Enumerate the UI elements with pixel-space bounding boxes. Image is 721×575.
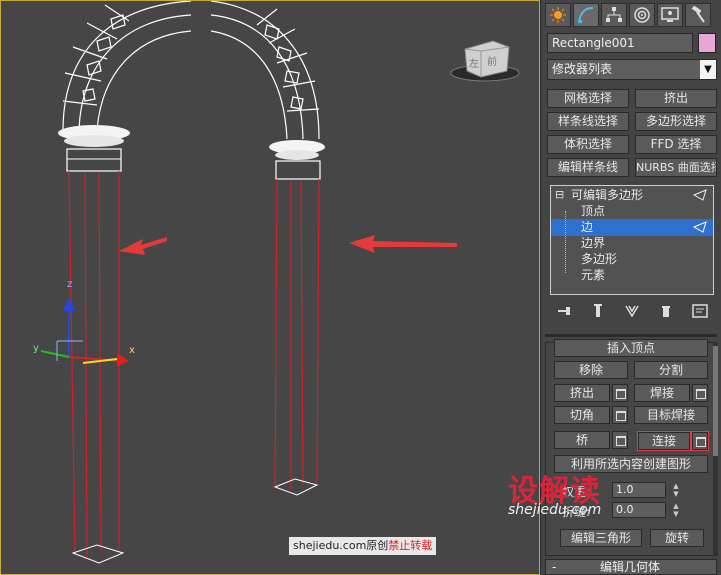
ffd-select-button[interactable]: FFD 选择 bbox=[635, 135, 717, 154]
axis-z-label: z bbox=[67, 279, 72, 290]
bridge-button[interactable]: 桥 bbox=[554, 431, 610, 449]
motion-icon bbox=[634, 7, 650, 23]
curve-icon bbox=[578, 7, 594, 23]
stack-item-edge[interactable]: 边 bbox=[581, 219, 593, 235]
connect-settings-icon[interactable] bbox=[691, 431, 709, 451]
split-button[interactable]: 分割 bbox=[634, 361, 708, 379]
pin-stack-icon[interactable] bbox=[556, 303, 572, 319]
remove-modifier-icon[interactable] bbox=[658, 303, 674, 319]
scrollbar-thumb[interactable] bbox=[713, 346, 718, 456]
weld-button[interactable]: 焊接 bbox=[634, 384, 690, 402]
watermark-url: shejiedu.com bbox=[508, 502, 602, 518]
chevron-down-icon[interactable]: ▼ bbox=[700, 60, 716, 79]
create-tab[interactable] bbox=[545, 3, 571, 27]
right-capital bbox=[269, 140, 325, 180]
configure-sets-icon[interactable] bbox=[692, 303, 708, 319]
crease-spinner[interactable]: ▲ ▼ bbox=[670, 502, 682, 518]
modifier-buttons: 网格选择 挤出 样条线选择 多边形选择 体积选择 FFD 选择 编辑样条线 NU… bbox=[547, 89, 717, 177]
extrude-settings-icon[interactable] bbox=[612, 384, 628, 402]
nurbs-surface-select-button[interactable]: NURBS 曲面选择 bbox=[635, 158, 717, 177]
object-color-swatch[interactable] bbox=[698, 33, 716, 53]
scene-wireframe: z x y 左 前 bbox=[33, 1, 520, 564]
active-triangle-icon bbox=[693, 221, 707, 233]
left-capital bbox=[58, 125, 130, 172]
remove-button[interactable]: 移除 bbox=[554, 361, 628, 379]
stack-item-border[interactable]: 边界 bbox=[581, 235, 605, 251]
hammer-icon bbox=[691, 6, 705, 23]
target-weld-button[interactable]: 目标焊接 bbox=[634, 406, 708, 424]
pin-triangle-icon[interactable] bbox=[693, 189, 707, 201]
arch-wireframe bbox=[62, 1, 320, 140]
left-column-edges bbox=[68, 170, 120, 558]
spline-select-button[interactable]: 样条线选择 bbox=[547, 112, 629, 131]
monitor-icon bbox=[661, 7, 679, 22]
sun-icon bbox=[550, 7, 566, 23]
stack-tree-line bbox=[565, 211, 566, 273]
stack-root-editable-poly[interactable]: 可编辑多边形 bbox=[571, 187, 643, 203]
site-watermark: 设解读 shejiedu.com bbox=[508, 466, 658, 526]
display-tab[interactable] bbox=[657, 3, 683, 27]
panel-tabs bbox=[545, 3, 719, 29]
panel-separator bbox=[545, 334, 717, 337]
chamfer-settings-icon[interactable] bbox=[612, 406, 628, 424]
bridge-settings-icon[interactable] bbox=[612, 431, 628, 449]
caption-notice: 禁止转载 bbox=[388, 539, 433, 552]
stack-toolbar bbox=[547, 301, 717, 321]
volume-select-button[interactable]: 体积选择 bbox=[547, 135, 629, 154]
stack-selection-highlight bbox=[551, 219, 713, 236]
modifier-list-dropdown[interactable]: 修改器列表 ▼ bbox=[547, 59, 717, 80]
hierarchy-tab[interactable] bbox=[601, 3, 627, 27]
axis-x-label: x bbox=[129, 345, 135, 356]
caption-source: shejiedu.com原创 bbox=[293, 539, 389, 552]
modifier-stack: ⊟ 可编辑多边形 顶点 边 边界 多边形 元素 bbox=[550, 185, 714, 295]
weight-spinner[interactable]: ▲ ▼ bbox=[670, 482, 682, 498]
edit-geometry-rollout-header[interactable]: - 编辑几何体 bbox=[545, 559, 717, 575]
edit-spline-button[interactable]: 编辑样条线 bbox=[547, 158, 629, 177]
right-column-edges bbox=[274, 178, 320, 489]
weld-settings-icon[interactable] bbox=[692, 384, 708, 402]
make-unique-icon[interactable] bbox=[624, 303, 640, 319]
viewcube[interactable]: 左 前 bbox=[450, 40, 520, 82]
turn-button[interactable]: 旋转 bbox=[650, 529, 704, 547]
viewcube-left-label: 左 bbox=[469, 57, 479, 70]
modifier-list-label: 修改器列表 bbox=[552, 62, 613, 76]
object-name-field[interactable]: Rectangle001 bbox=[547, 33, 693, 53]
annotation-arrows bbox=[119, 235, 457, 255]
connect-button[interactable]: 连接 bbox=[637, 431, 691, 451]
utilities-tab[interactable] bbox=[685, 3, 711, 27]
rollout-title: 编辑几何体 bbox=[600, 560, 661, 574]
modify-tab[interactable] bbox=[573, 3, 599, 27]
perspective-viewport[interactable]: z x y 左 前 shejiedu.com原创禁止转载 bbox=[0, 0, 540, 575]
hierarchy-icon bbox=[606, 7, 622, 22]
motion-tab[interactable] bbox=[629, 3, 655, 27]
extrude-button[interactable]: 挤出 bbox=[554, 384, 610, 402]
viewcube-front-label: 前 bbox=[487, 55, 497, 68]
stack-item-polygon[interactable]: 多边形 bbox=[581, 251, 617, 267]
viewport-caption: shejiedu.com原创禁止转载 bbox=[289, 537, 437, 555]
rollout-collapse-sign: - bbox=[552, 560, 557, 574]
edit-triangulation-button[interactable]: 编辑三角形 bbox=[560, 529, 642, 547]
stack-item-vertex[interactable]: 顶点 bbox=[581, 203, 605, 219]
chamfer-button[interactable]: 切角 bbox=[554, 406, 610, 424]
mesh-select-button[interactable]: 网格选择 bbox=[547, 89, 629, 108]
panel-scrollbar[interactable] bbox=[713, 342, 718, 556]
insert-vertex-button[interactable]: 插入顶点 bbox=[554, 339, 708, 357]
axis-y-label: y bbox=[33, 343, 39, 354]
collapse-icon[interactable]: ⊟ bbox=[555, 187, 564, 203]
extrude-modifier-button[interactable]: 挤出 bbox=[635, 89, 717, 108]
show-end-result-icon[interactable] bbox=[590, 303, 606, 319]
transform-gizmo: z x y bbox=[33, 279, 135, 367]
stack-item-element[interactable]: 元素 bbox=[581, 267, 605, 283]
poly-select-button[interactable]: 多边形选择 bbox=[635, 112, 717, 131]
